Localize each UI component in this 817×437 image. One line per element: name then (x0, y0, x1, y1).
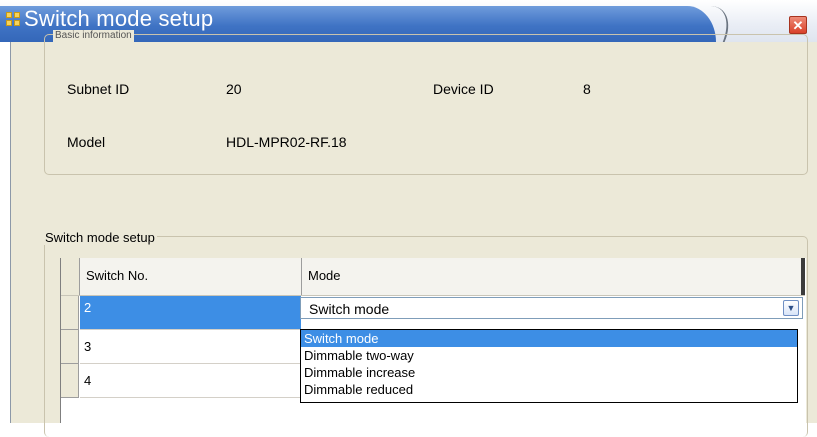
grid-corner (61, 258, 80, 295)
grid-header: Switch No. Mode (61, 258, 805, 296)
row-header[interactable] (61, 364, 79, 398)
basic-info-group (44, 34, 808, 175)
header-switch-no[interactable]: Switch No. (80, 258, 302, 295)
chevron-down-icon[interactable]: ▼ (783, 300, 799, 316)
window-title: Switch mode setup (24, 6, 214, 31)
device-id-label: Device ID (433, 81, 494, 97)
row-header[interactable] (61, 330, 79, 364)
dropdown-option-dimmable-reduced[interactable]: Dimmable reduced (301, 381, 797, 398)
mode-combo-value: Switch mode (309, 301, 390, 317)
dropdown-option-dimmable-increase[interactable]: Dimmable increase (301, 364, 797, 381)
subnet-id-label: Subnet ID (67, 81, 130, 97)
basic-info-legend: Basic information (53, 30, 134, 42)
subnet-id-value: 20 (226, 81, 242, 97)
header-end-divider (801, 258, 805, 295)
mode-dropdown-list[interactable]: Switch mode Dimmable two-way Dimmable in… (300, 329, 798, 403)
mode-combo[interactable]: Switch mode ▼ (300, 297, 803, 319)
model-label: Model (67, 134, 106, 150)
table-row-cell-switch-no[interactable]: 2 (80, 296, 301, 330)
dropdown-option-dimmable-two-way[interactable]: Dimmable two-way (301, 347, 797, 364)
close-button[interactable]: ✕ (789, 16, 807, 34)
table-row-cell-switch-no[interactable]: 3 (80, 330, 301, 364)
dropdown-option-switch-mode[interactable]: Switch mode (301, 330, 797, 347)
device-id-value: 8 (583, 81, 591, 97)
header-mode[interactable]: Mode (302, 258, 801, 295)
model-value: HDL-MPR02-RF.18 (226, 134, 347, 150)
row-header[interactable] (61, 296, 79, 330)
app-icon (6, 12, 20, 26)
table-row-cell-switch-no[interactable]: 4 (80, 364, 301, 398)
switch-setup-legend: Switch mode setup (43, 230, 157, 245)
